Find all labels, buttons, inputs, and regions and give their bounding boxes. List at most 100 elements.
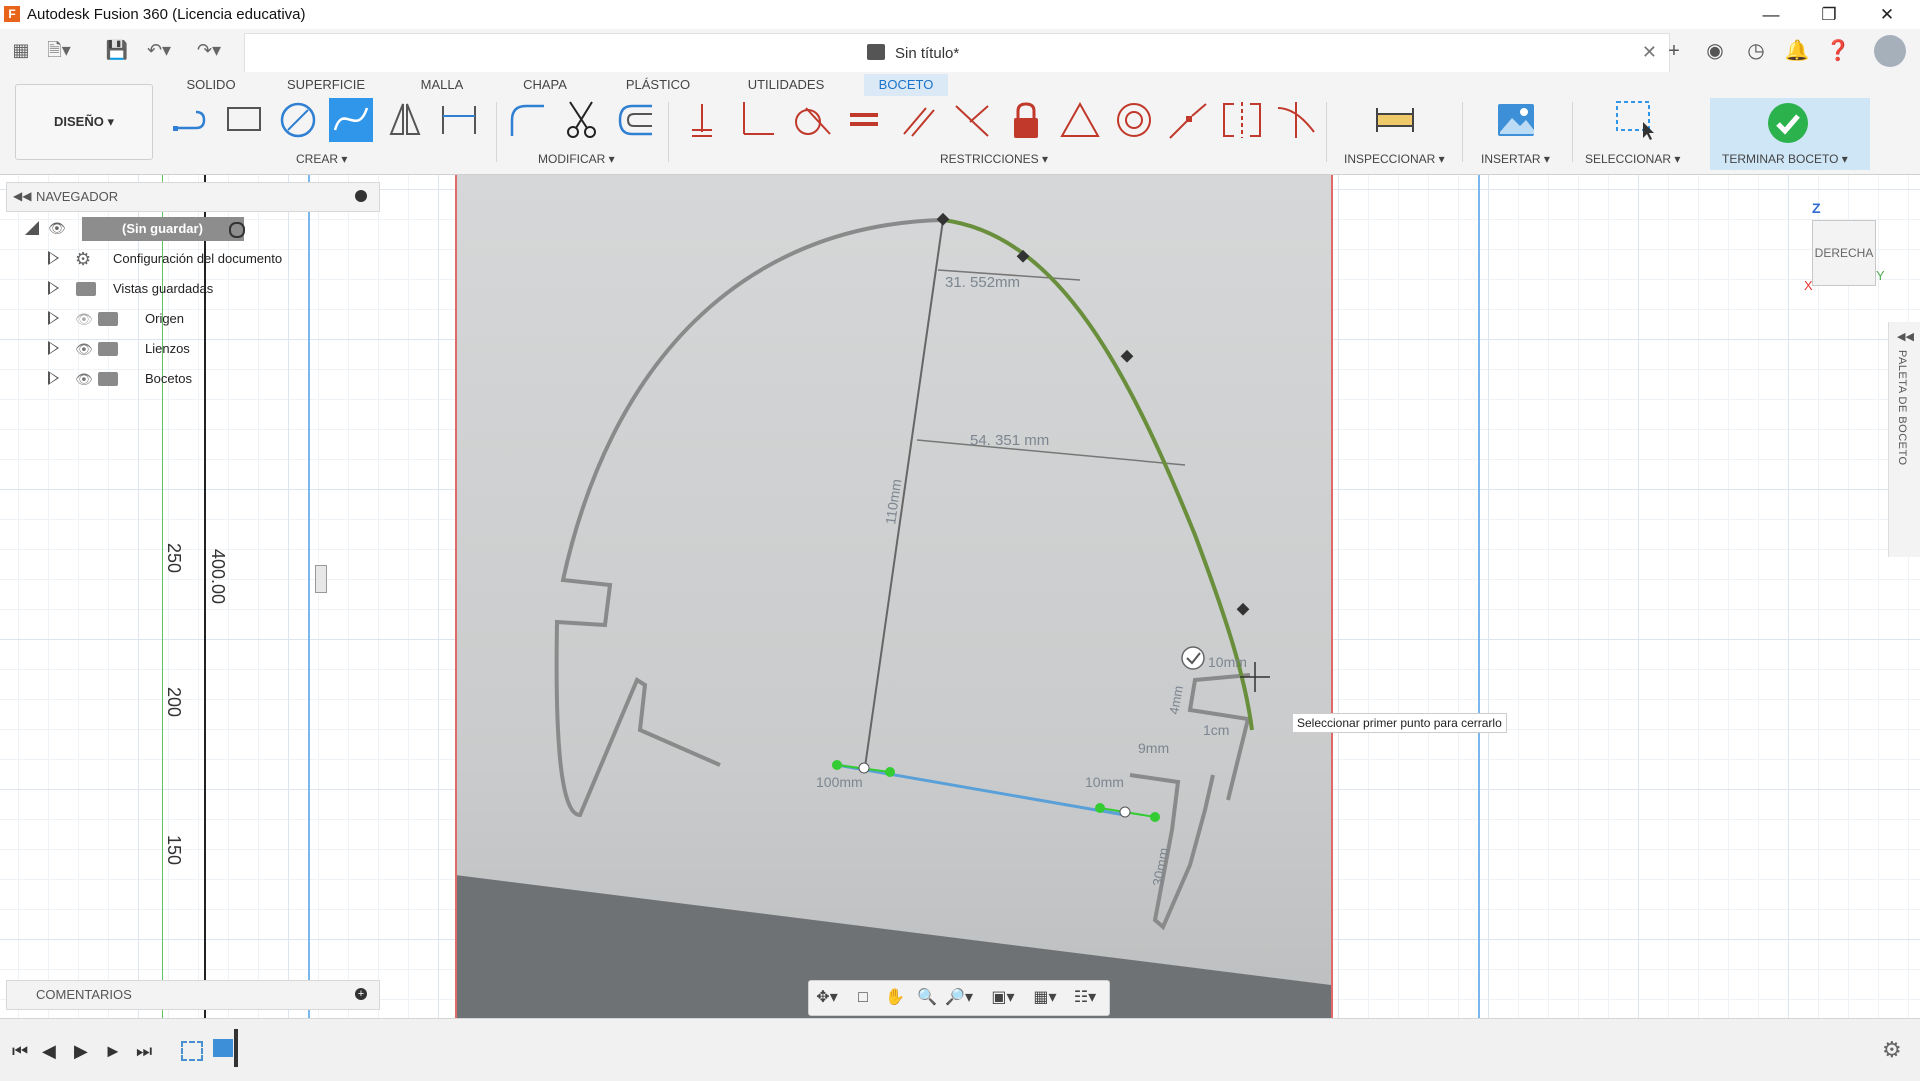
timeline-canvas-feature-icon[interactable]	[213, 1039, 233, 1057]
restore-icon[interactable]: ❐	[1800, 0, 1858, 29]
tangent-constraint-icon[interactable]	[788, 98, 832, 142]
group-modificar-label[interactable]: MODIFICAR ▾	[538, 152, 615, 166]
curvature-constraint-icon[interactable]	[1274, 98, 1318, 142]
finish-sketch-check-icon[interactable]	[1768, 103, 1808, 143]
timeline-last-icon[interactable]: ⏭	[136, 1041, 152, 1062]
user-avatar[interactable]	[1874, 35, 1906, 67]
tab-malla[interactable]: MALLA	[410, 74, 474, 96]
data-panel-grid-icon[interactable]: ▦	[8, 37, 34, 63]
extensions-icon[interactable]: ◉	[1702, 38, 1728, 64]
fix-lock-icon[interactable]	[1004, 98, 1048, 142]
visibility-eye-icon[interactable]: 👁	[75, 341, 93, 358]
collinear-constraint-icon[interactable]	[1166, 98, 1210, 142]
finish-sketch-area[interactable]: TERMINAR BOCETO ▾	[1710, 98, 1870, 170]
tab-superficie[interactable]: SUPERFICIE	[284, 74, 368, 96]
circle-tool-icon[interactable]	[276, 98, 320, 142]
close-icon[interactable]: ✕	[1858, 0, 1916, 29]
dimension-tool-icon[interactable]	[437, 98, 481, 142]
parallel-constraint-icon[interactable]	[896, 98, 940, 142]
file-menu-icon[interactable]: 🗎▾	[46, 37, 72, 63]
browser-node-canvases[interactable]: 👁 Lienzos	[20, 335, 320, 363]
expand-palette-icon[interactable]: ◀◀	[1897, 330, 1914, 343]
document-tab[interactable]: Sin título* ✕	[244, 33, 1670, 73]
collapse-navigator-icon[interactable]: ◀◀	[13, 189, 31, 203]
look-at-icon[interactable]: □	[849, 986, 877, 1010]
concentric-constraint-icon[interactable]	[1112, 98, 1156, 142]
group-inspeccionar-label[interactable]: INSPECCIONAR ▾	[1344, 152, 1445, 166]
navigator-panel-header[interactable]: ◀◀ NAVEGADOR	[6, 182, 380, 212]
tab-chapa[interactable]: CHAPA	[514, 74, 576, 96]
expand-arrow-icon[interactable]	[48, 341, 59, 355]
expand-arrow-icon[interactable]	[48, 311, 59, 325]
timeline-previous-icon[interactable]: ◀	[42, 1041, 56, 1062]
line-tool-icon[interactable]	[168, 98, 212, 142]
select-box-icon[interactable]	[1613, 98, 1657, 142]
timeline-sketch-feature-icon[interactable]	[181, 1041, 203, 1061]
mirror-tool-icon[interactable]	[383, 98, 427, 142]
tab-plastico[interactable]: PLÁSTICO	[618, 74, 698, 96]
grid-snap-icon[interactable]: ▦▾	[1031, 986, 1059, 1010]
tab-utilidades[interactable]: UTILIDADES	[740, 74, 832, 96]
timeline-marker[interactable]	[234, 1029, 238, 1067]
tab-solido[interactable]: SOLIDO	[180, 74, 242, 96]
job-status-clock-icon[interactable]: ◷	[1743, 38, 1769, 64]
browser-node-document-settings[interactable]: ⚙ Configuración del documento	[20, 245, 320, 273]
visibility-eye-icon[interactable]: 👁	[75, 371, 93, 388]
document-close-icon[interactable]: ✕	[1642, 42, 1657, 63]
fit-zoom-icon[interactable]: 🔎▾	[945, 986, 973, 1010]
measure-ruler-icon[interactable]	[1373, 98, 1417, 142]
sketch-palette-label[interactable]: PALETA DE BOCETO	[1896, 350, 1908, 466]
notifications-bell-icon[interactable]: 🔔	[1784, 38, 1810, 64]
browser-node-saved-views[interactable]: Vistas guardadas	[20, 275, 320, 303]
viewports-icon[interactable]: ☷▾	[1071, 986, 1099, 1010]
navigator-minimize-icon[interactable]	[355, 190, 367, 202]
trim-scissors-icon[interactable]	[560, 98, 604, 142]
midpoint-constraint-icon[interactable]	[950, 98, 994, 142]
browser-root-node[interactable]: 👁 (Sin guardar)	[20, 215, 320, 243]
display-settings-icon[interactable]: ▣▾	[989, 986, 1017, 1010]
group-crear-label[interactable]: CREAR ▾	[296, 152, 347, 166]
minimize-icon[interactable]: —	[1742, 0, 1800, 29]
equal-constraint-icon[interactable]	[842, 98, 886, 142]
workspace-switcher-button[interactable]: DISEÑO ▾	[15, 84, 153, 160]
save-icon[interactable]: 💾	[104, 37, 130, 63]
group-insertar-label[interactable]: INSERTAR ▾	[1481, 152, 1550, 166]
group-terminar-label[interactable]: TERMINAR BOCETO ▾	[1722, 152, 1848, 166]
group-seleccionar-label[interactable]: SELECCIONAR ▾	[1585, 152, 1680, 166]
pan-hand-icon[interactable]: ✋	[881, 986, 909, 1010]
sketch-construction-line	[864, 219, 944, 768]
offset-tool-icon[interactable]	[614, 98, 658, 142]
undo-icon[interactable]: ↶▾	[146, 37, 172, 63]
viewcube[interactable]: DERECHA	[1812, 220, 1876, 286]
redo-icon[interactable]: ↷▾	[196, 37, 222, 63]
tab-boceto[interactable]: BOCETO	[864, 74, 948, 96]
rectangle-tool-icon[interactable]	[222, 98, 266, 142]
expand-triangle-icon[interactable]	[25, 221, 39, 235]
group-restricciones-label[interactable]: RESTRICCIONES ▾	[940, 152, 1048, 166]
help-icon[interactable]: ❓	[1825, 38, 1851, 64]
new-tab-plus-icon[interactable]: +	[1661, 38, 1687, 64]
insert-image-icon[interactable]	[1494, 98, 1538, 142]
expand-arrow-icon[interactable]	[48, 251, 59, 265]
timeline-first-icon[interactable]: ⏮	[12, 1041, 28, 1062]
coincident-constraint-icon[interactable]	[680, 98, 724, 142]
fillet-tool-icon[interactable]	[506, 98, 550, 142]
browser-node-sketches[interactable]: 👁 Bocetos	[20, 365, 320, 393]
symmetry-triangle-icon[interactable]	[1058, 98, 1102, 142]
timeline-play-icon[interactable]: ▶	[74, 1041, 88, 1062]
timeline-settings-gear-icon[interactable]: ⚙	[1882, 1037, 1902, 1063]
activate-radio-icon[interactable]	[229, 222, 245, 238]
visibility-eye-icon[interactable]: 👁	[48, 220, 66, 237]
add-comment-plus-icon[interactable]: +	[355, 988, 367, 1000]
timeline-next-icon[interactable]: ►	[104, 1041, 122, 1062]
perpendicular-constraint-icon[interactable]	[734, 98, 778, 142]
visibility-hidden-eye-icon[interactable]: 👁	[75, 311, 93, 328]
expand-arrow-icon[interactable]	[48, 371, 59, 385]
expand-arrow-icon[interactable]	[48, 281, 59, 295]
browser-node-origin[interactable]: 👁 Origen	[20, 305, 320, 333]
orbit-icon[interactable]: ✥▾	[813, 986, 841, 1010]
comments-panel[interactable]: COMENTARIOS +	[6, 980, 380, 1010]
zoom-icon[interactable]: 🔍	[913, 986, 941, 1010]
symmetric-constraint-icon[interactable]	[1220, 98, 1264, 142]
spline-tool-icon[interactable]	[329, 98, 373, 142]
